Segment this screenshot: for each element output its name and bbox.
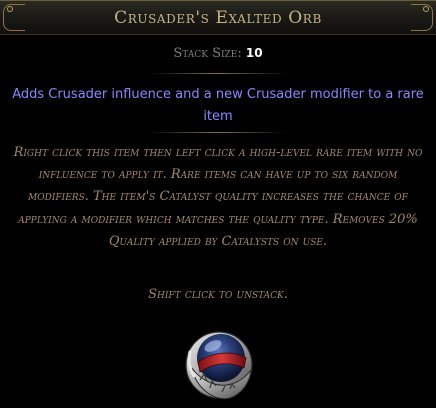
separator — [148, 73, 288, 74]
stack-size: Stack Size: 10 — [0, 46, 436, 61]
separator — [148, 132, 288, 133]
item-description: Right click this item then left click a … — [13, 145, 423, 249]
item-name: Crusader's Exalted Orb — [114, 8, 322, 28]
crusaders-exalted-orb-icon — [185, 331, 253, 400]
item-tooltip: Crusader's Exalted Orb Stack Size: 10 Ad… — [0, 0, 436, 408]
unstack-hint: Shift click to unstack. — [148, 287, 288, 302]
stack-size-label: Stack Size: — [173, 46, 242, 61]
stack-size-value: 10 — [245, 46, 263, 60]
explicit-modifier: Adds Crusader influence and a new Crusad… — [12, 87, 424, 124]
header-ornament-right-icon — [423, 6, 429, 12]
tooltip-header: Crusader's Exalted Orb — [0, 0, 436, 35]
